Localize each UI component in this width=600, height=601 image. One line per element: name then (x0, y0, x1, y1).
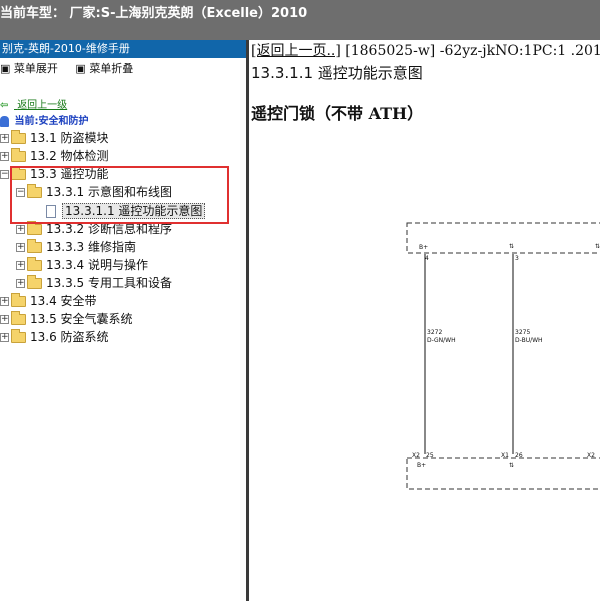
folder-icon (27, 221, 42, 235)
top-pin-right-number: 3 (515, 255, 519, 262)
document-header-line: [返回上一页..] [1865025-w] -62yz-jkNO:1PC:1 .… (251, 40, 600, 60)
wire-left-color: D-GN/WH (427, 337, 456, 344)
wiring-diagram: B+ 4 3 ⇅ ⇅ 3272 D-GN/WH 3275 D-BU/WH X2 … (406, 222, 600, 490)
vehicle-info-text: 当前车型： 厂家:S-上海别克英朗（Excelle）2010 (0, 6, 308, 21)
tree-item-13-3-3[interactable]: +13.3.3 维修指南 (16, 238, 136, 256)
folder-icon (11, 329, 26, 343)
folder-icon (27, 275, 42, 289)
wire-right-code: 3275 (515, 329, 530, 336)
folder-icon (11, 148, 26, 162)
tree-item-13-5[interactable]: +13.5 安全气囊系统 (0, 310, 133, 328)
expand-toggle-icon[interactable]: + (0, 315, 9, 324)
wire-right-color: D-BU/WH (515, 337, 543, 344)
menu-collapse-label: 菜单折叠 (89, 62, 134, 75)
folder-icon (11, 293, 26, 307)
folder-icon (27, 239, 42, 253)
wire-left-code: 3272 (427, 329, 442, 336)
expand-icon: ▣ (0, 62, 11, 75)
tree-item-13-1[interactable]: +13.1 防盗模块 (0, 129, 109, 147)
tree-item-label: 13.3.5 专用工具和设备 (46, 276, 172, 290)
collapse-toggle-icon[interactable]: − (0, 170, 9, 179)
location-icon (0, 115, 9, 127)
tree-item-label: 13.1 防盗模块 (30, 131, 109, 145)
tree-item-13-4[interactable]: +13.4 安全带 (0, 292, 97, 310)
collapse-icon: ▣ (75, 62, 86, 75)
top-pin-left-number: 4 (425, 255, 429, 262)
top-module-box (406, 222, 600, 254)
connector-arrow-icon: ⇅ (595, 243, 600, 250)
expand-toggle-icon[interactable]: + (16, 243, 25, 252)
tree-item-13-6[interactable]: +13.6 防盗系统 (0, 328, 109, 346)
section-title: 遥控门锁（不带 ATH） (251, 104, 424, 123)
tree-item-label: 13.2 物体检测 (30, 149, 109, 163)
connector-arrow-icon: ⇅ (509, 462, 514, 469)
tree-item-label: 13.4 安全带 (30, 294, 97, 308)
menu-toolbar: ▣ 菜单展开 ▣ 菜单折叠 (0, 61, 246, 77)
expand-toggle-icon[interactable]: + (0, 152, 9, 161)
menu-expand-label: 菜单展开 (13, 62, 58, 75)
top-pin-left-label: B+ (419, 244, 428, 251)
current-location: 当前:安全和防护 (0, 112, 88, 127)
bottom-left-label: B+ (417, 462, 426, 469)
expand-toggle-icon[interactable]: + (16, 261, 25, 270)
back-to-parent-link[interactable]: ⇦ 返回上一级 (0, 96, 67, 111)
document-meta: [1865025-w] -62yz-jkNO:1PC:1 .2016 (345, 43, 600, 59)
tree-item-13-2[interactable]: +13.2 物体检测 (0, 147, 109, 165)
manual-title: 别克-英朗-2010-维修手册 (0, 40, 246, 58)
vehicle-info-bar: 当前车型： 厂家:S-上海别克英朗（Excelle）2010 (0, 0, 600, 40)
folder-icon (11, 311, 26, 325)
menu-collapse-button[interactable]: ▣ 菜单折叠 (75, 62, 133, 75)
return-previous-page-link[interactable]: [返回上一页..] (251, 43, 341, 59)
tree-item-13-3-5[interactable]: +13.3.5 专用工具和设备 (16, 274, 172, 292)
tree-item-label: 13.6 防盗系统 (30, 330, 109, 344)
tree-item-13-3-4[interactable]: +13.3.4 说明与操作 (16, 256, 148, 274)
bottom-module-box (406, 457, 600, 490)
bottom-left-pin: 25 (426, 452, 434, 459)
bottom-right-pin: 26 (515, 452, 523, 459)
expand-toggle-icon[interactable]: + (0, 134, 9, 143)
expand-toggle-icon[interactable]: + (16, 225, 25, 234)
bottom-left-connector: X2 (412, 452, 420, 459)
page-title: 13.3.1.1 遥控功能示意图 (251, 64, 423, 82)
menu-expand-button[interactable]: ▣ 菜单展开 (0, 62, 61, 75)
tree-item-label: 13.3.2 诊断信息和程序 (46, 222, 172, 236)
bottom-right-connector: X1 (501, 452, 509, 459)
back-arrow-icon: ⇦ (0, 100, 9, 111)
current-location-text: 当前:安全和防护 (14, 116, 89, 127)
highlight-annotation-box (10, 166, 229, 224)
tree-item-label: 13.3.3 维修指南 (46, 240, 136, 254)
connector-arrow-icon: ⇅ (509, 243, 514, 250)
folder-icon (27, 257, 42, 271)
folder-icon (11, 130, 26, 144)
back-to-parent-label: 返回上一级 (17, 100, 68, 111)
tree-item-label: 13.5 安全气囊系统 (30, 312, 133, 326)
tree-item-label: 13.3.4 说明与操作 (46, 258, 148, 272)
expand-toggle-icon[interactable]: + (0, 297, 9, 306)
bottom-far-connector: X2 (587, 452, 595, 459)
expand-toggle-icon[interactable]: + (16, 279, 25, 288)
document-panel: [返回上一页..] [1865025-w] -62yz-jkNO:1PC:1 .… (249, 40, 600, 601)
navigation-panel: 别克-英朗-2010-维修手册 ▣ 菜单展开 ▣ 菜单折叠 ⇦ 返回上一级 当前… (0, 40, 246, 601)
expand-toggle-icon[interactable]: + (0, 333, 9, 342)
